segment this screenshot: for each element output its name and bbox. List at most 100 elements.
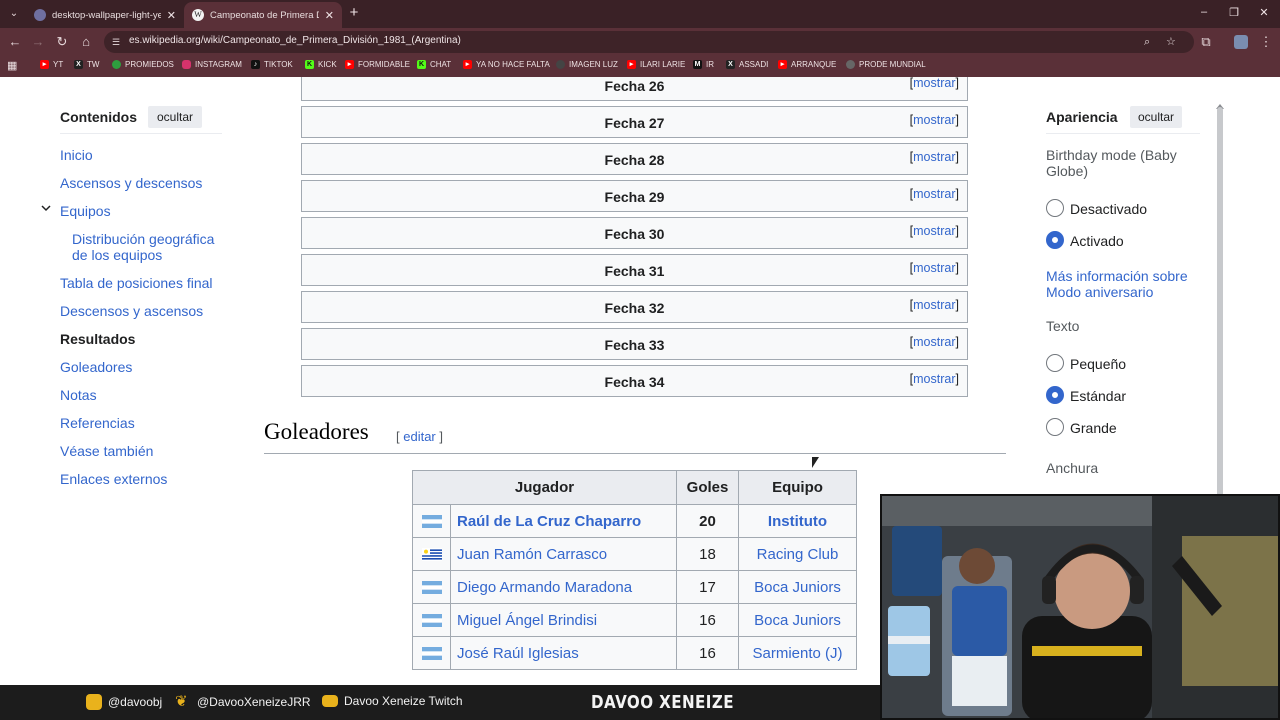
zoom-icon[interactable]: ⌕: [1144, 35, 1150, 49]
show-toggle[interactable]: [mostrar]: [910, 187, 959, 201]
bookmark-tiktok[interactable]: ♪ TIKTOK: [251, 60, 293, 69]
close-window-icon[interactable]: ✕: [1257, 6, 1271, 19]
team-link[interactable]: Sarmiento (J): [738, 636, 857, 670]
show-link[interactable]: mostrar: [913, 224, 955, 238]
address-bar[interactable]: ☰ es.wikipedia.org/wiki/Campeonato_de_Pr…: [104, 31, 1194, 53]
bookmark-star-icon[interactable]: ☆: [1166, 35, 1176, 49]
bookmark-kick[interactable]: K KICK: [305, 60, 337, 69]
radio-label[interactable]: Grande: [1070, 420, 1117, 436]
show-link[interactable]: mostrar: [913, 372, 955, 386]
forward-arrow-icon[interactable]: →: [29, 33, 47, 51]
url-text[interactable]: es.wikipedia.org/wiki/Campeonato_de_Prim…: [129, 35, 461, 46]
radio-grande[interactable]: [1046, 418, 1064, 436]
edit-section[interactable]: [ editar ]: [396, 429, 443, 444]
edit-link[interactable]: editar: [403, 429, 436, 444]
home-icon[interactable]: ⌂: [77, 33, 95, 51]
show-link[interactable]: mostrar: [913, 150, 955, 164]
toc-item-descensos[interactable]: Descensos y ascensos: [60, 303, 203, 319]
restore-icon[interactable]: ❐: [1227, 6, 1241, 19]
menu-kebab-icon[interactable]: ⋮: [1257, 33, 1275, 51]
tab-wallpaper[interactable]: desktop-wallpaper-light-yellow ✕: [26, 2, 184, 28]
radio-estandar[interactable]: [1046, 386, 1064, 404]
profile-avatar-icon[interactable]: [1232, 33, 1250, 51]
player-link[interactable]: Raúl de La Cruz Chaparro: [450, 504, 677, 538]
appearance-hide-button[interactable]: ocultar: [1130, 106, 1183, 128]
show-toggle[interactable]: [mostrar]: [910, 261, 959, 275]
player-link[interactable]: José Raúl Iglesias: [450, 636, 677, 670]
radio-label[interactable]: Estándar: [1070, 388, 1126, 404]
minimize-icon[interactable]: –: [1197, 6, 1211, 18]
bookmark-promiedos[interactable]: PROMIEDOS: [112, 60, 174, 69]
player-link[interactable]: Diego Armando Maradona: [450, 570, 677, 604]
show-link[interactable]: mostrar: [913, 298, 955, 312]
bookmark-ya-no-hace-falta[interactable]: ▸ YA NO HACE FALTA: [463, 60, 550, 69]
bookmark-prode-mundial[interactable]: PRODE MUNDIAL: [846, 60, 926, 69]
extensions-puzzle-icon[interactable]: ⧉: [1197, 33, 1215, 51]
show-toggle[interactable]: [mostrar]: [910, 224, 959, 238]
show-toggle[interactable]: [mostrar]: [910, 335, 959, 349]
tab-search-chevron-icon[interactable]: ⌄: [5, 5, 23, 23]
back-arrow-icon[interactable]: ←: [6, 33, 24, 51]
toc-hide-button[interactable]: ocultar: [148, 106, 203, 128]
toc-item-referencias[interactable]: Referencias: [60, 415, 135, 431]
team-link[interactable]: Racing Club: [738, 537, 857, 571]
x-icon: X: [74, 60, 83, 69]
radio-desactivado[interactable]: [1046, 199, 1064, 217]
radio-label[interactable]: Desactivado: [1070, 201, 1147, 217]
flag-cell: [412, 636, 451, 670]
bookmark-ilari-larie[interactable]: ▸ ILARI LARIE: [627, 60, 685, 69]
show-link[interactable]: mostrar: [913, 335, 955, 349]
close-tab-icon[interactable]: ✕: [167, 9, 176, 22]
close-tab-icon[interactable]: ✕: [325, 9, 334, 22]
show-toggle[interactable]: [mostrar]: [910, 298, 959, 312]
bookmark-tw[interactable]: X TW: [74, 60, 99, 69]
toc-item-tabla[interactable]: Tabla de posiciones final: [60, 275, 213, 291]
bookmark-instagram[interactable]: INSTAGRAM: [182, 60, 242, 69]
show-toggle[interactable]: [mostrar]: [910, 150, 959, 164]
toc-item-equipos[interactable]: Equipos: [60, 203, 111, 219]
site-info-icon[interactable]: ☰: [112, 36, 124, 48]
bookmark-chat[interactable]: K CHAT: [417, 60, 451, 69]
show-link[interactable]: mostrar: [913, 113, 955, 127]
chevron-down-icon[interactable]: [40, 202, 54, 216]
reload-icon[interactable]: ↻: [53, 33, 71, 51]
show-link[interactable]: mostrar: [913, 77, 955, 90]
sidebar-scrollbar[interactable]: [1217, 107, 1223, 497]
bookmark-formidable[interactable]: ▸ FORMIDABLE: [345, 60, 410, 69]
bookmark-imagen-luz[interactable]: IMAGEN LUZ: [556, 60, 618, 69]
radio-pequeno[interactable]: [1046, 354, 1064, 372]
fecha-title: Fecha 28: [604, 152, 665, 168]
radio-activado[interactable]: [1046, 231, 1064, 249]
tab-wikipedia[interactable]: W Campeonato de Primera Divisió ✕: [184, 2, 342, 28]
show-toggle[interactable]: [mostrar]: [910, 113, 959, 127]
toc-item-enlaces[interactable]: Enlaces externos: [60, 471, 167, 487]
show-link[interactable]: mostrar: [913, 261, 955, 275]
show-link[interactable]: mostrar: [913, 187, 955, 201]
toc-item-inicio[interactable]: Inicio: [60, 147, 93, 163]
toc-item-distribucion[interactable]: Distribución geográfica de los equipos: [72, 231, 232, 263]
show-toggle[interactable]: [mostrar]: [910, 77, 959, 90]
radio-label[interactable]: Activado: [1070, 233, 1124, 249]
player-link[interactable]: Juan Ramón Carrasco: [450, 537, 677, 571]
player-link[interactable]: Miguel Ángel Brindisi: [450, 603, 677, 637]
flag-cell: [412, 603, 451, 637]
bookmark-assadi[interactable]: X ASSADI: [726, 60, 768, 69]
radio-label[interactable]: Pequeño: [1070, 356, 1126, 372]
team-link[interactable]: Boca Juniors: [738, 570, 857, 604]
toc-item-notas[interactable]: Notas: [60, 387, 97, 403]
toc-item-resultados[interactable]: Resultados: [60, 331, 135, 347]
toc-item-vease[interactable]: Véase también: [60, 443, 153, 459]
more-info-link[interactable]: Más información sobre Modo aniversario: [1046, 268, 1196, 300]
apps-grid-icon[interactable]: ▦: [7, 59, 17, 72]
team-link[interactable]: Instituto: [738, 504, 857, 538]
show-toggle[interactable]: [mostrar]: [910, 372, 959, 386]
new-tab-plus-icon[interactable]: +: [346, 5, 362, 21]
team-link[interactable]: Boca Juniors: [738, 603, 857, 637]
bookmarks-bar: ▦ ▸ YT X TW PROMIEDOS INSTAGRAM ♪ TIKTOK KK…: [0, 56, 1280, 77]
toc-item-ascensos[interactable]: Ascensos y descensos: [60, 175, 202, 191]
bookmark-arranque[interactable]: ▸ ARRANQUE: [778, 60, 836, 69]
toc-item-goleadores[interactable]: Goleadores: [60, 359, 132, 375]
bookmark-ir[interactable]: M IR: [693, 60, 714, 69]
bookmark-yt[interactable]: ▸ YT: [40, 60, 63, 69]
bookmark-label: ARRANQUE: [791, 60, 837, 69]
